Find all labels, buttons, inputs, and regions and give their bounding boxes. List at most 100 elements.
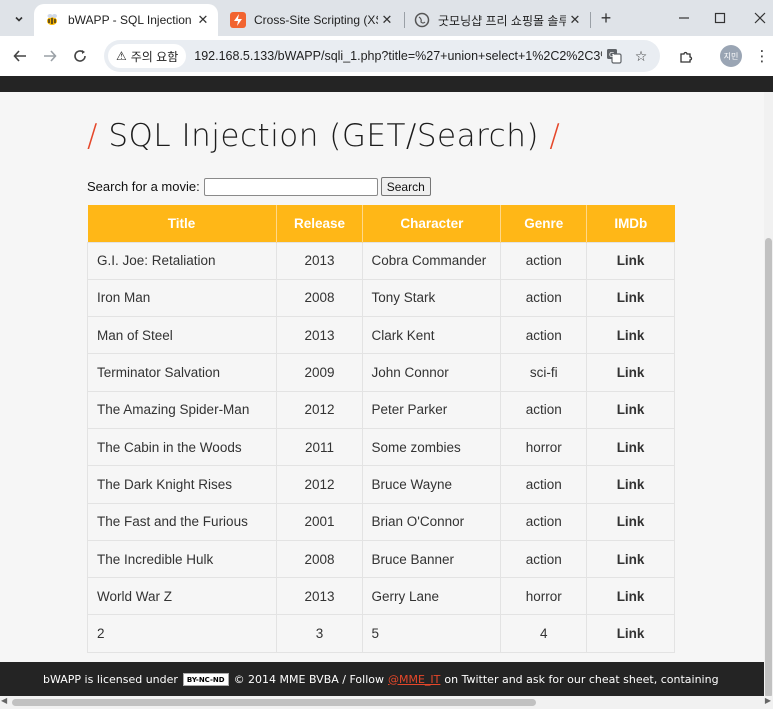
search-form: Search for a movie: Search — [87, 177, 431, 196]
maximize-icon[interactable] — [708, 6, 732, 30]
security-label: 주의 요함 — [130, 49, 179, 64]
character-cell: Some zombies — [362, 427, 502, 467]
release-year-cell: 2012 — [275, 465, 364, 504]
imdb-link[interactable]: Link — [586, 539, 675, 579]
close-icon[interactable]: ✕ — [194, 11, 212, 29]
movie-title-cell: Man of Steel — [87, 316, 277, 355]
search-button[interactable]: Search — [380, 177, 431, 196]
movie-title-cell: The Cabin in the Woods — [87, 427, 277, 467]
release-year-cell: 2013 — [275, 241, 364, 280]
tab-title: bWAPP - SQL Injection — [68, 13, 192, 27]
column-header-release: Release — [276, 205, 364, 242]
bee-icon — [44, 12, 60, 28]
genre-cell: action — [500, 465, 588, 504]
minimize-icon[interactable] — [672, 6, 696, 30]
character-cell: 5 — [362, 614, 502, 653]
close-icon[interactable]: ✕ — [378, 11, 396, 29]
genre-cell: horror — [500, 427, 588, 467]
title-slash-left: / — [87, 118, 98, 154]
imdb-link[interactable]: Link — [586, 316, 675, 355]
new-tab-icon[interactable]: + — [596, 8, 616, 28]
imdb-link[interactable]: Link — [586, 278, 675, 318]
search-label: Search for a movie: — [87, 179, 200, 194]
horizontal-scrollbar-thumb[interactable] — [12, 699, 536, 706]
search-input[interactable] — [203, 177, 378, 196]
imdb-link[interactable]: Link — [586, 577, 675, 616]
genre-cell: action — [500, 539, 588, 579]
tab-separator — [590, 12, 591, 28]
bookmark-star-icon[interactable]: ☆ — [631, 46, 651, 66]
character-cell: Clark Kent — [362, 316, 502, 355]
tab-bwapp-sqli[interactable]: bWAPP - SQL Injection ✕ — [34, 4, 218, 36]
footer-license-text: bWAPP is licensed under — [43, 672, 178, 686]
table-row: The Cabin in the Woods 2011 Some zombies ho… — [87, 427, 675, 467]
warning-triangle-icon: ⚠ — [116, 49, 127, 63]
table-row: Man of Steel 2013 Clark Kent action Link — [87, 316, 675, 355]
tab-xss[interactable]: Cross-Site Scripting (XSS) ✕ — [220, 4, 402, 36]
menu-kebab-icon[interactable]: ⋮ — [750, 44, 773, 68]
genre-cell: action — [500, 278, 588, 318]
imdb-link[interactable]: Link — [586, 241, 675, 280]
scroll-left-arrow-icon[interactable]: ◀ — [1, 696, 7, 705]
imdb-link[interactable]: Link — [586, 390, 675, 429]
reload-icon[interactable] — [68, 44, 92, 68]
imdb-link[interactable]: Link — [586, 502, 675, 541]
extensions-puzzle-icon[interactable] — [674, 44, 698, 68]
character-cell: Peter Parker — [362, 390, 502, 429]
footer-bar: bWAPP is licensed under BY-NC-ND © 2014 … — [0, 662, 773, 696]
footer-copyright-text: © 2014 MME BVBA / Follow — [233, 672, 384, 686]
horizontal-scrollbar[interactable]: ◀ ▶ — [0, 696, 773, 709]
table-row: Iron Man 2008 Tony Stark action Link — [87, 278, 675, 318]
release-year-cell: 2013 — [275, 316, 364, 355]
browser-toolbar: ⚠ 주의 요함 192.168.5.133/bWAPP/sqli_1.php?t… — [0, 36, 773, 76]
profile-avatar[interactable]: 지민 — [720, 45, 742, 67]
movie-title-cell: The Amazing Spider-Man — [87, 390, 277, 429]
table-row: The Dark Knight Rises 2012 Bruce Wayne acti… — [87, 465, 675, 504]
window-close-icon[interactable] — [748, 6, 772, 30]
imdb-link[interactable]: Link — [586, 465, 675, 504]
table-row: The Fast and the Furious 2001 Brian O'Conn… — [87, 502, 675, 541]
movie-title-cell: The Incredible Hulk — [87, 539, 277, 579]
release-year-cell: 3 — [275, 614, 364, 653]
security-chip[interactable]: ⚠ 주의 요함 — [108, 44, 187, 68]
title-slash-right: / — [549, 118, 561, 154]
table-body: G.I. Joe: Retaliation 2013 Cobra Commander… — [87, 241, 675, 653]
cc-license-badge[interactable]: BY-NC-ND — [182, 672, 229, 686]
lightning-icon — [230, 12, 246, 28]
vertical-scrollbar-thumb[interactable] — [765, 238, 772, 698]
character-cell: Cobra Commander — [362, 241, 502, 280]
forward-arrow-icon[interactable] — [38, 44, 62, 68]
movies-table: Title Release Character Genre IMDb G.I. … — [87, 205, 675, 653]
movie-title-cell: 2 — [87, 614, 277, 653]
scroll-right-arrow-icon[interactable]: ▶ — [765, 696, 771, 705]
movie-title-cell: The Fast and the Furious — [87, 502, 277, 541]
table-row: The Amazing Spider-Man 2012 Peter Parker ac… — [87, 390, 675, 429]
tab-search-chevron-icon[interactable] — [8, 8, 30, 30]
tab-strip: bWAPP - SQL Injection ✕ Cross-Site Scrip… — [0, 0, 773, 36]
vertical-scrollbar[interactable] — [764, 92, 773, 698]
imdb-link[interactable]: Link — [586, 427, 675, 467]
table-row: The Incredible Hulk 2008 Bruce Banner actio… — [87, 539, 675, 579]
table-row: G.I. Joe: Retaliation 2013 Cobra Commander… — [87, 241, 675, 280]
imdb-link[interactable]: Link — [586, 353, 675, 392]
genre-cell: action — [500, 502, 588, 541]
back-arrow-icon[interactable] — [8, 44, 32, 68]
character-cell: Tony Stark — [362, 278, 502, 318]
table-header-row: Title Release Character Genre IMDb — [87, 205, 675, 242]
close-icon[interactable]: ✕ — [566, 11, 584, 29]
translate-icon[interactable]: G — [604, 46, 624, 66]
genre-cell: action — [500, 316, 588, 355]
page-title-text: SQL Injection (GET/Search) — [108, 118, 539, 154]
header-bar — [0, 76, 773, 92]
release-year-cell: 2001 — [275, 502, 364, 541]
imdb-link[interactable]: Link — [586, 614, 675, 653]
movie-title-cell: World War Z — [87, 577, 277, 616]
url-text[interactable]: 192.168.5.133/bWAPP/sqli_1.php?title=%27… — [194, 49, 602, 63]
character-cell: Bruce Wayne — [362, 465, 502, 504]
table-row: 2 3 5 4 Link — [87, 614, 675, 653]
twitter-link[interactable]: @MME_IT — [388, 673, 440, 686]
tab-goodmorning-shop[interactable]: 굿모닝샵 프리 쇼핑몰 솔루 ✕ — [404, 4, 590, 36]
release-year-cell: 2008 — [275, 539, 364, 579]
genre-cell: sci-fi — [500, 353, 588, 392]
address-bar[interactable]: ⚠ 주의 요함 192.168.5.133/bWAPP/sqli_1.php?t… — [104, 40, 660, 72]
